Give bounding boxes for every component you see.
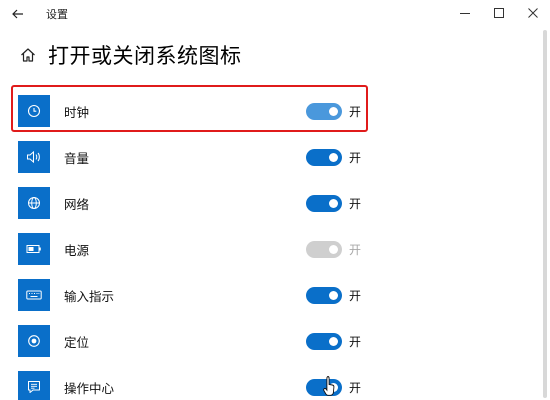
home-button[interactable] (18, 45, 38, 65)
power-tile (18, 233, 50, 265)
toggle-state-label: 开 (349, 196, 362, 211)
list-item-volume: 音量 开 (18, 134, 363, 180)
back-button[interactable] (8, 4, 28, 24)
mouse-cursor-icon (323, 376, 335, 396)
toggle-knob (329, 198, 338, 208)
network-globe-icon (28, 197, 40, 209)
keyboard-icon (26, 290, 42, 300)
home-icon (21, 48, 35, 62)
page-title: 打开或关闭系统图标 (48, 44, 242, 68)
location-tile (18, 325, 50, 357)
toggle-knob (329, 336, 338, 346)
toggle-state-label: 开 (349, 334, 362, 349)
toggle-state-label: 开 (349, 104, 362, 119)
maximize-icon (494, 8, 504, 18)
clock-tile (18, 95, 50, 127)
power-toggle[interactable] (306, 240, 342, 258)
list-item-power: 电源 开 (18, 226, 363, 272)
back-arrow-icon (12, 9, 23, 19)
title-bar: 设置 (0, 0, 550, 28)
toggle-state-label: 开 (349, 242, 362, 257)
toggle-knob (329, 290, 338, 300)
toggle-knob (329, 106, 338, 116)
input-indicator-tile (18, 279, 50, 311)
app-title: 设置 (46, 8, 68, 21)
maximize-button[interactable] (482, 2, 516, 24)
minimize-button[interactable] (448, 2, 482, 24)
close-icon (528, 8, 538, 18)
toggle-knob (329, 152, 338, 162)
minimize-icon (460, 13, 470, 14)
location-toggle[interactable] (306, 332, 342, 350)
network-tile (18, 187, 50, 219)
toggle-state-label: 开 (349, 288, 362, 303)
action-center-icon (28, 381, 40, 393)
volume-toggle[interactable] (306, 148, 342, 166)
list-item-location: 定位 开 (18, 318, 363, 364)
list-item-network: 网络 开 (18, 180, 363, 226)
volume-tile (18, 141, 50, 173)
toggle-state-label: 开 (349, 150, 362, 165)
action-center-tile (18, 371, 50, 400)
page-header: 打开或关闭系统图标 (18, 40, 242, 70)
location-icon (28, 335, 40, 347)
clock-toggle[interactable] (306, 102, 342, 120)
input-indicator-toggle[interactable] (306, 286, 342, 304)
system-icons-list: 时钟 开 音量 开 网络 开 电源 开 输入指示 开 定位 开 操作中心 开 (18, 88, 363, 400)
toggle-knob (329, 244, 338, 254)
volume-icon (27, 150, 40, 164)
list-item-clock: 时钟 开 (18, 88, 363, 134)
clock-icon (27, 104, 41, 118)
battery-icon (26, 245, 41, 253)
list-item-action-center: 操作中心 开 (18, 364, 363, 400)
scrollbar[interactable] (543, 30, 547, 398)
network-toggle[interactable] (306, 194, 342, 212)
close-button[interactable] (516, 2, 550, 24)
list-item-input-indicator: 输入指示 开 (18, 272, 363, 318)
toggle-state-label: 开 (349, 380, 362, 395)
